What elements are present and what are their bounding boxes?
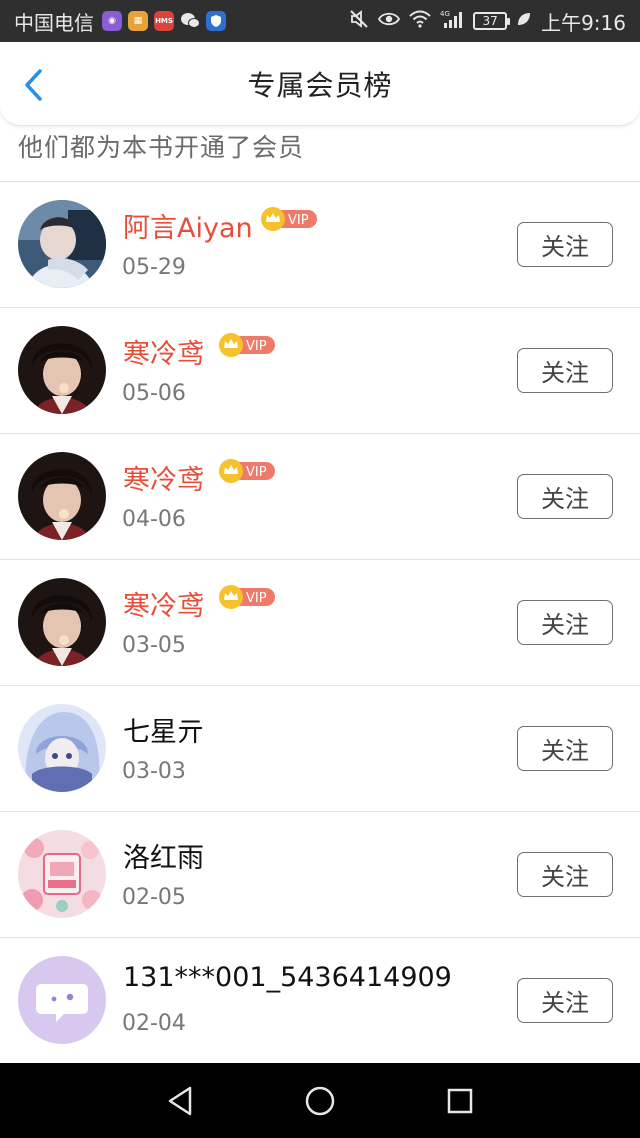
- member-row[interactable]: 寒冷鸢 VIP 04-06 关注: [0, 434, 640, 560]
- shield-icon: [206, 11, 226, 31]
- follow-button[interactable]: 关注: [517, 348, 613, 393]
- member-date: 05-29: [122, 255, 186, 280]
- back-arrow-icon[interactable]: [20, 68, 50, 102]
- vip-badge: VIP: [218, 584, 276, 609]
- follow-button[interactable]: 关注: [517, 852, 613, 897]
- member-row[interactable]: 寒冷鸢 VIP 05-06 关注: [0, 308, 640, 434]
- nav-back-icon[interactable]: [160, 1081, 200, 1121]
- member-row[interactable]: 七星亓 03-03 关注: [0, 686, 640, 812]
- list-subtitle: 他们都为本书开通了会员: [18, 133, 305, 162]
- member-name[interactable]: 寒冷鸢: [123, 332, 204, 371]
- member-row[interactable]: 阿言Aiyan VIP 05-29 关注: [0, 182, 640, 308]
- app-header: 专属会员榜: [0, 42, 640, 126]
- avatar[interactable]: [18, 830, 106, 918]
- battery-icon: 37: [473, 12, 511, 30]
- member-date: 05-06: [122, 381, 186, 406]
- vip-badge: VIP: [218, 458, 276, 483]
- member-name[interactable]: 寒冷鸢: [123, 584, 204, 623]
- member-date: 03-05: [122, 633, 186, 658]
- member-name[interactable]: 洛红雨: [123, 836, 204, 875]
- member-name[interactable]: 七星亓: [123, 710, 204, 749]
- svg-text:VIP: VIP: [288, 213, 309, 228]
- default-avatar-icon[interactable]: [18, 956, 106, 1044]
- member-row[interactable]: 寒冷鸢 VIP 03-05 关注: [0, 560, 640, 686]
- leaf-icon: [516, 11, 532, 31]
- follow-button[interactable]: 关注: [517, 726, 613, 771]
- member-list: 阿言Aiyan VIP 05-29 关注 寒冷鸢 VIP 05-06 关注 寒冷…: [0, 182, 640, 1064]
- signal-icon: 4G: [440, 9, 464, 33]
- avatar[interactable]: [18, 326, 106, 414]
- status-bar: 中国电信 ◉ ▦ HMS 4G 37 上午9:16: [0, 0, 640, 42]
- nav-recents-icon[interactable]: [440, 1081, 480, 1121]
- member-date: 02-04: [122, 1011, 186, 1036]
- member-name[interactable]: 131***001_5436414909: [123, 962, 452, 993]
- member-date: 03-03: [122, 759, 186, 784]
- avatar[interactable]: [18, 452, 106, 540]
- vip-badge: VIP: [260, 206, 318, 231]
- follow-button[interactable]: 关注: [517, 474, 613, 519]
- svg-text:VIP: VIP: [246, 591, 267, 606]
- mute-icon: [349, 9, 369, 33]
- member-name[interactable]: 寒冷鸢: [123, 458, 204, 497]
- app-notification-icon: ◉: [102, 11, 122, 31]
- svg-text:4G: 4G: [440, 10, 450, 18]
- follow-button[interactable]: 关注: [517, 600, 613, 645]
- member-name[interactable]: 阿言Aiyan: [123, 206, 253, 245]
- page-title: 专属会员榜: [247, 68, 393, 102]
- wifi-icon: [409, 10, 431, 32]
- wechat-icon: [180, 11, 200, 31]
- avatar[interactable]: [18, 200, 106, 288]
- nav-home-icon[interactable]: [300, 1081, 340, 1121]
- eye-icon: [378, 11, 401, 31]
- avatar[interactable]: [18, 704, 106, 792]
- svg-text:VIP: VIP: [246, 465, 267, 480]
- member-date: 04-06: [122, 507, 186, 532]
- system-nav-bar: [0, 1063, 640, 1138]
- member-date: 02-05: [122, 885, 186, 910]
- vip-badge: VIP: [218, 332, 276, 357]
- carrier-name: 中国电信: [14, 10, 94, 35]
- app-grid-icon: ▦: [128, 11, 148, 31]
- member-row[interactable]: 洛红雨 02-05 关注: [0, 812, 640, 938]
- follow-button[interactable]: 关注: [517, 978, 613, 1023]
- avatar[interactable]: [18, 578, 106, 666]
- follow-button[interactable]: 关注: [517, 222, 613, 267]
- member-row[interactable]: 131***001_5436414909 02-04 关注: [0, 938, 640, 1064]
- svg-text:VIP: VIP: [246, 339, 267, 354]
- clock: 上午9:16: [541, 10, 626, 35]
- hms-icon: HMS: [154, 11, 174, 31]
